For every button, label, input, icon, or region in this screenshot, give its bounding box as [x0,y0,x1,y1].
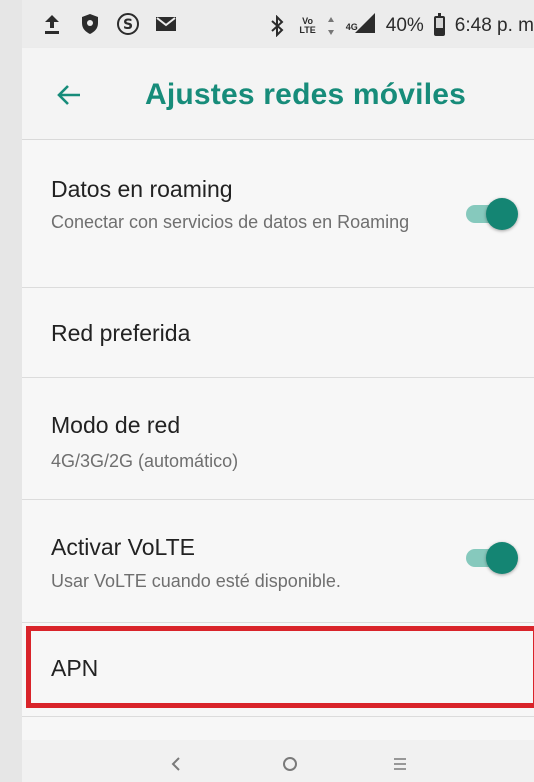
app-bar: Ajustes redes móviles [22,48,534,140]
setting-title: APN [51,655,99,681]
setting-title: Activar VoLTE [51,534,196,560]
upload-icon [40,12,64,36]
arrow-left-icon [57,85,80,105]
battery-percent: 40% [385,15,424,36]
setting-network-mode[interactable]: Modo de red 4G/3G/2G (automático) [22,378,534,500]
volte-bottom-label: LTE [299,25,316,35]
clock: 6:48 p. m [454,15,534,36]
phone-screen: S Vo LTE 4G 40% 6:48 p. m Ajustes redes … [22,0,534,782]
status-left-icons: S [40,12,178,36]
signal-group: 4G [346,12,376,40]
shield-icon [78,12,102,36]
status-bar: S Vo LTE 4G 40% 6:48 p. m [22,0,534,48]
setting-apn[interactable]: APN [22,623,534,717]
settings-list: Datos en roaming Conectar con servicios … [22,140,534,717]
roaming-toggle[interactable] [464,194,520,234]
toggle-thumb [486,198,518,230]
bluetooth-icon [265,14,289,38]
battery-icon [433,13,445,36]
toggle-thumb [486,542,518,574]
setting-title: Datos en roaming [51,176,233,202]
svg-text:S: S [123,17,133,33]
back-nav-icon[interactable] [162,752,190,776]
data-arrows-icon [326,14,336,38]
navigation-bar [22,740,534,782]
setting-subtitle: Usar VoLTE cuando esté disponible. [51,571,341,591]
setting-preferred-network[interactable]: Red preferida [22,288,534,378]
home-nav-icon[interactable] [276,752,304,776]
setting-title: Modo de red [51,412,181,438]
skype-icon: S [116,12,140,36]
page-title: Ajustes redes móviles [145,78,467,111]
setting-roaming[interactable]: Datos en roaming Conectar con servicios … [22,140,534,288]
messages-icon [154,12,178,36]
setting-subtitle: Conectar con servicios de datos en Roami… [51,212,410,232]
setting-subtitle: 4G/3G/2G (automático) [51,451,239,471]
recents-nav-icon[interactable] [386,752,414,776]
network-type: 4G [345,22,358,32]
setting-title: Red preferida [51,320,191,346]
volte-toggle[interactable] [464,538,520,578]
screen-edge [0,0,22,782]
battery-fill [435,27,443,34]
status-right-icons: Vo LTE 4G 40% 6:48 p. m [265,12,534,40]
volte-icon: Vo LTE [299,17,315,35]
setting-volte[interactable]: Activar VoLTE Usar VoLTE cuando esté dis… [22,500,534,623]
back-button[interactable] [52,78,86,112]
